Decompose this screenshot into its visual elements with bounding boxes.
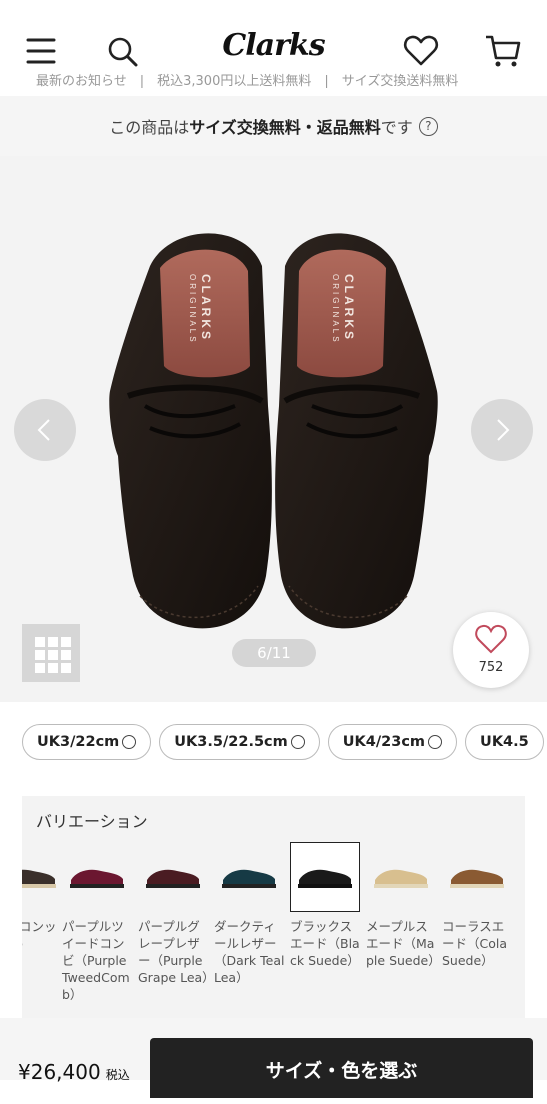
- variation-title: バリエーション: [36, 812, 148, 831]
- variation-label: コーラスエード（Cola Suede）: [442, 919, 508, 968]
- variation-thumb: [214, 842, 284, 912]
- notice-suffix: です: [380, 118, 413, 137]
- size-chip[interactable]: UK3/22cm: [22, 724, 152, 760]
- site-header: Clarks 最新のお知らせ | 税込3,300円以上送料無料 | サイズ交換送…: [0, 0, 547, 88]
- variation-thumb: [22, 842, 64, 912]
- prev-image-button[interactable]: [14, 399, 76, 461]
- size-chip[interactable]: UK4/23cm: [327, 724, 458, 760]
- product-image: CLARKS ORIGINALS CLARKS ORIGINALS: [109, 233, 438, 629]
- variation-shoe-shape: [223, 869, 275, 885]
- favorite-count: 752: [478, 660, 504, 675]
- cart-icon[interactable]: [484, 30, 524, 70]
- stock-circle-icon: [122, 735, 137, 749]
- insole-brand-right: CLARKS: [342, 274, 356, 342]
- variation-panel: バリエーション クツコンックCo パープルツイードコンビ（Purple Twee…: [22, 796, 525, 1018]
- variation-label: パープルグレープレザー（Purple Grape Lea）: [138, 919, 215, 985]
- variation-item[interactable]: コーラスエード（Cola Suede）: [442, 842, 514, 1012]
- notice-highlight: サイズ交換無料・返品無料: [189, 118, 381, 137]
- variation-thumb: [366, 842, 436, 912]
- brand-logo[interactable]: Clarks: [0, 28, 547, 63]
- variation-shoe-shape: [451, 869, 503, 885]
- insole-brand-right-sub: ORIGINALS: [331, 274, 340, 345]
- next-image-button[interactable]: [471, 399, 533, 461]
- size-label: UK3.5/22.5cm: [174, 734, 288, 750]
- wishlist-heart-icon[interactable]: [401, 30, 441, 70]
- size-label: UK4.5: [480, 734, 529, 750]
- size-chip[interactable]: UK3.5/22.5cm: [159, 724, 320, 760]
- variation-item[interactable]: ダークティールレザー（Dark Teal Lea）: [214, 842, 286, 1012]
- size-label: UK3/22cm: [37, 734, 120, 750]
- variation-list[interactable]: クツコンックCo パープルツイードコンビ（Purple TweedComb） パ…: [22, 842, 525, 1012]
- heart-icon: [475, 624, 507, 654]
- variation-label: パープルツイードコンビ（Purple TweedComb）: [62, 919, 130, 1002]
- variation-thumb: [290, 842, 360, 912]
- variation-shoe-shape: [375, 869, 427, 885]
- variation-label: メープルスエード（Maple Suede）: [366, 919, 441, 968]
- variation-label: ダークティールレザー（Dark Teal Lea）: [214, 919, 285, 985]
- size-chip[interactable]: UK4.5: [465, 724, 544, 760]
- free-exchange-notice: この商品は サイズ交換無料・返品無料 です ?: [0, 96, 547, 156]
- variation-thumb: [442, 842, 512, 912]
- product-image-gallery[interactable]: CLARKS ORIGINALS CLARKS ORIGINALS 6/11 7…: [0, 156, 547, 702]
- favorite-button[interactable]: 752: [453, 612, 529, 688]
- purchase-bar: ¥26,400 税込 サイズ・色を選ぶ: [0, 1018, 547, 1098]
- variation-shoe-shape: [147, 869, 199, 885]
- variation-label: クツコンックCo: [22, 919, 57, 951]
- price: ¥26,400 税込: [18, 1060, 130, 1084]
- chevron-left-icon: [37, 419, 50, 441]
- stock-circle-icon: [428, 735, 443, 749]
- variation-label: ブラックスエード（Black Suede）: [290, 919, 360, 968]
- variation-item[interactable]: パープルツイードコンビ（Purple TweedComb）: [62, 842, 134, 1012]
- variation-item[interactable]: クツコンックCo: [22, 842, 66, 1012]
- chevron-right-icon: [497, 419, 510, 441]
- variation-thumb: [138, 842, 208, 912]
- variation-item-selected[interactable]: ブラックスエード（Black Suede）: [290, 842, 362, 1012]
- grid-view-button[interactable]: [22, 624, 80, 682]
- image-counter: 6/11: [232, 639, 316, 667]
- variation-shoe-shape: [299, 869, 351, 885]
- variation-thumb: [62, 842, 132, 912]
- notice-prefix: この商品は: [109, 118, 190, 137]
- size-selector: UK3/22cm UK3.5/22.5cm UK4/23cm UK4.5: [22, 724, 547, 760]
- size-label: UK4/23cm: [342, 734, 426, 750]
- select-size-color-button[interactable]: サイズ・色を選ぶ: [150, 1038, 533, 1098]
- help-icon[interactable]: ?: [418, 116, 438, 136]
- variation-item[interactable]: パープルグレープレザー（Purple Grape Lea）: [138, 842, 215, 1012]
- price-value: ¥26,400: [18, 1060, 101, 1084]
- variation-item[interactable]: メープルスエード（Maple Suede）: [366, 842, 441, 1012]
- variation-shoe-shape: [22, 869, 55, 885]
- variation-shoe-shape: [71, 869, 123, 885]
- announcement-strip[interactable]: 最新のお知らせ | 税込3,300円以上送料無料 | サイズ交換送料無料: [0, 70, 547, 88]
- insole-brand-left: CLARKS: [199, 274, 213, 342]
- stock-circle-icon: [290, 735, 305, 749]
- insole-brand-left-sub: ORIGINALS: [188, 274, 197, 345]
